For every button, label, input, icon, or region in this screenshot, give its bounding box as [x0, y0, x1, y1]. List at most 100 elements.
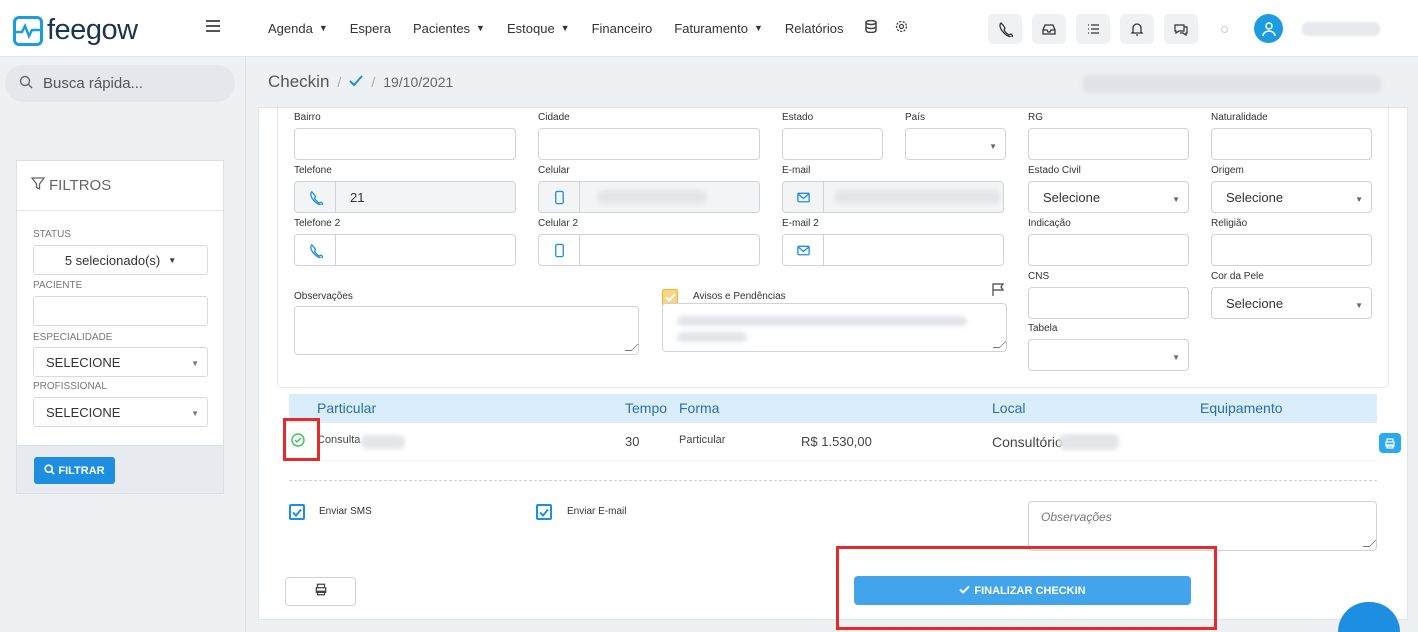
caret-down-icon: ▼ [1355, 195, 1363, 204]
celular-label: Celular [538, 165, 570, 176]
resize-handle-icon[interactable] [624, 344, 639, 351]
status-select[interactable]: 5 selecionado(s) ▼ [33, 245, 208, 275]
filters-header: FILTROS [17, 161, 223, 211]
nav-espera[interactable]: Espera [350, 20, 391, 36]
envelope-icon [783, 182, 824, 212]
print-icon[interactable] [1379, 433, 1401, 453]
email-field[interactable] [782, 181, 1004, 213]
col-particular: Particular [317, 400, 377, 416]
celular2-label: Celular 2 [538, 218, 579, 229]
feegow-logo[interactable]: feegow [13, 14, 138, 47]
nav-pacientes[interactable]: Pacientes ▼ [413, 20, 485, 36]
forma-value: Particular [679, 434, 726, 446]
caret-down-icon: ▼ [191, 409, 199, 418]
paciente-label: PACIENTE [33, 280, 83, 291]
search-placeholder: Busca rápida... [43, 75, 144, 92]
observacoes-textarea[interactable] [294, 306, 639, 355]
indicacao-label: Indicação [1028, 218, 1071, 229]
origem-select[interactable]: Selecione ▼ [1211, 181, 1372, 213]
avatar[interactable] [1254, 14, 1283, 43]
cor-pele-select[interactable]: Selecione ▼ [1211, 287, 1372, 319]
observacoes-label: Observações [294, 291, 353, 302]
status-dot [1221, 26, 1228, 33]
indicacao-input[interactable] [1028, 234, 1189, 266]
avisos-redacted [677, 332, 747, 342]
cns-input[interactable] [1028, 287, 1189, 319]
logo-text: feegow [47, 14, 138, 46]
especialidade-label: ESPECIALIDADE [33, 332, 113, 343]
nav-relatorios[interactable]: Relatórios [785, 20, 844, 36]
cor-pele-value: Selecione [1226, 296, 1284, 311]
bairro-input[interactable] [294, 128, 516, 160]
bairro-label: Bairro [294, 112, 321, 123]
checklist-icon[interactable] [1076, 14, 1110, 44]
chat-icon[interactable] [1164, 14, 1198, 44]
enviar-sms-checkbox[interactable] [289, 504, 305, 520]
origem-value: Selecione [1226, 190, 1284, 205]
caret-down-icon: ▼ [318, 23, 328, 33]
telefone-value: 21 [350, 190, 365, 205]
flag-icon[interactable] [991, 283, 1005, 302]
rg-input[interactable] [1028, 128, 1189, 160]
profissional-value: SELECIONE [46, 404, 121, 420]
celular-field[interactable] [538, 181, 760, 213]
logo-mark-icon [13, 15, 43, 46]
nav-financeiro[interactable]: Financeiro [592, 20, 653, 36]
profissional-select[interactable]: SELECIONE ▼ [33, 397, 208, 427]
annotation-highlight [283, 418, 320, 461]
nav-agenda[interactable]: Agenda ▼ [268, 20, 328, 36]
phone-icon[interactable] [988, 14, 1022, 44]
resize-handle-icon[interactable] [1362, 540, 1377, 547]
naturalidade-input[interactable] [1211, 128, 1372, 160]
divider [289, 480, 1377, 481]
gear-icon[interactable] [895, 20, 908, 36]
estado-input[interactable] [782, 128, 883, 160]
paciente-input[interactable] [33, 296, 208, 326]
email-redacted [835, 190, 1000, 204]
cns-label: CNS [1028, 271, 1050, 282]
procedimento-name: Consulta [317, 434, 361, 446]
tabela-select[interactable]: ▼ [1028, 339, 1189, 371]
filtrar-button[interactable]: FILTRAR [34, 457, 115, 484]
col-local: Local [992, 400, 1026, 416]
checkin-observacoes-textarea[interactable]: Observações [1028, 501, 1377, 551]
avisos-redacted [677, 316, 967, 326]
enviar-email-checkbox[interactable] [536, 504, 552, 520]
breadcrumb-bar: Checkin / / 19/10/2021 [246, 57, 1418, 107]
telefone2-field[interactable] [294, 234, 516, 266]
enviar-email-label: Enviar E-mail [567, 506, 627, 517]
pais-select[interactable]: ▼ [905, 128, 1006, 160]
inbox-icon[interactable] [1032, 14, 1066, 44]
especialidade-select[interactable]: SELECIONE ▼ [33, 347, 208, 377]
email-label: E-mail [782, 165, 811, 176]
estado-civil-label: Estado Civil [1028, 165, 1081, 176]
caret-down-icon: ▼ [191, 359, 199, 368]
database-icon[interactable] [865, 19, 878, 36]
quick-search-input[interactable]: Busca rápida... [5, 65, 235, 102]
telefone-field[interactable]: 21 [294, 181, 516, 213]
bell-icon[interactable] [1120, 14, 1154, 44]
page-title[interactable]: Checkin [268, 72, 329, 92]
main-nav: Agenda ▼ Espera Pacientes ▼ Estoque ▼ Finan… [268, 19, 926, 36]
status-value: 5 selecionado(s) [64, 252, 161, 268]
filters-panel: FILTROS STATUS 5 selecionado(s) ▼ PACIENT… [16, 160, 224, 446]
celular-redacted [597, 190, 707, 204]
envelope-icon [783, 235, 824, 265]
print-button[interactable] [285, 577, 356, 606]
phone-icon [295, 182, 336, 212]
nav-estoque[interactable]: Estoque ▼ [507, 20, 570, 36]
avisos-textarea[interactable] [662, 303, 1007, 352]
cidade-input[interactable] [538, 128, 760, 160]
email2-field[interactable] [782, 234, 1004, 266]
toolbar-icons [988, 14, 1198, 44]
resize-handle-icon[interactable] [992, 341, 1007, 348]
religiao-input[interactable] [1211, 234, 1372, 266]
tempo-value: 30 [625, 434, 640, 449]
patient-name-redacted [1082, 75, 1382, 93]
celular2-field[interactable] [538, 234, 760, 266]
caret-down-icon: ▼ [1355, 301, 1363, 310]
menu-toggle-icon[interactable] [206, 20, 220, 35]
nav-faturamento[interactable]: Faturamento ▼ [674, 20, 763, 36]
estado-civil-select[interactable]: Selecione ▼ [1028, 181, 1189, 213]
phone-icon [295, 235, 336, 265]
